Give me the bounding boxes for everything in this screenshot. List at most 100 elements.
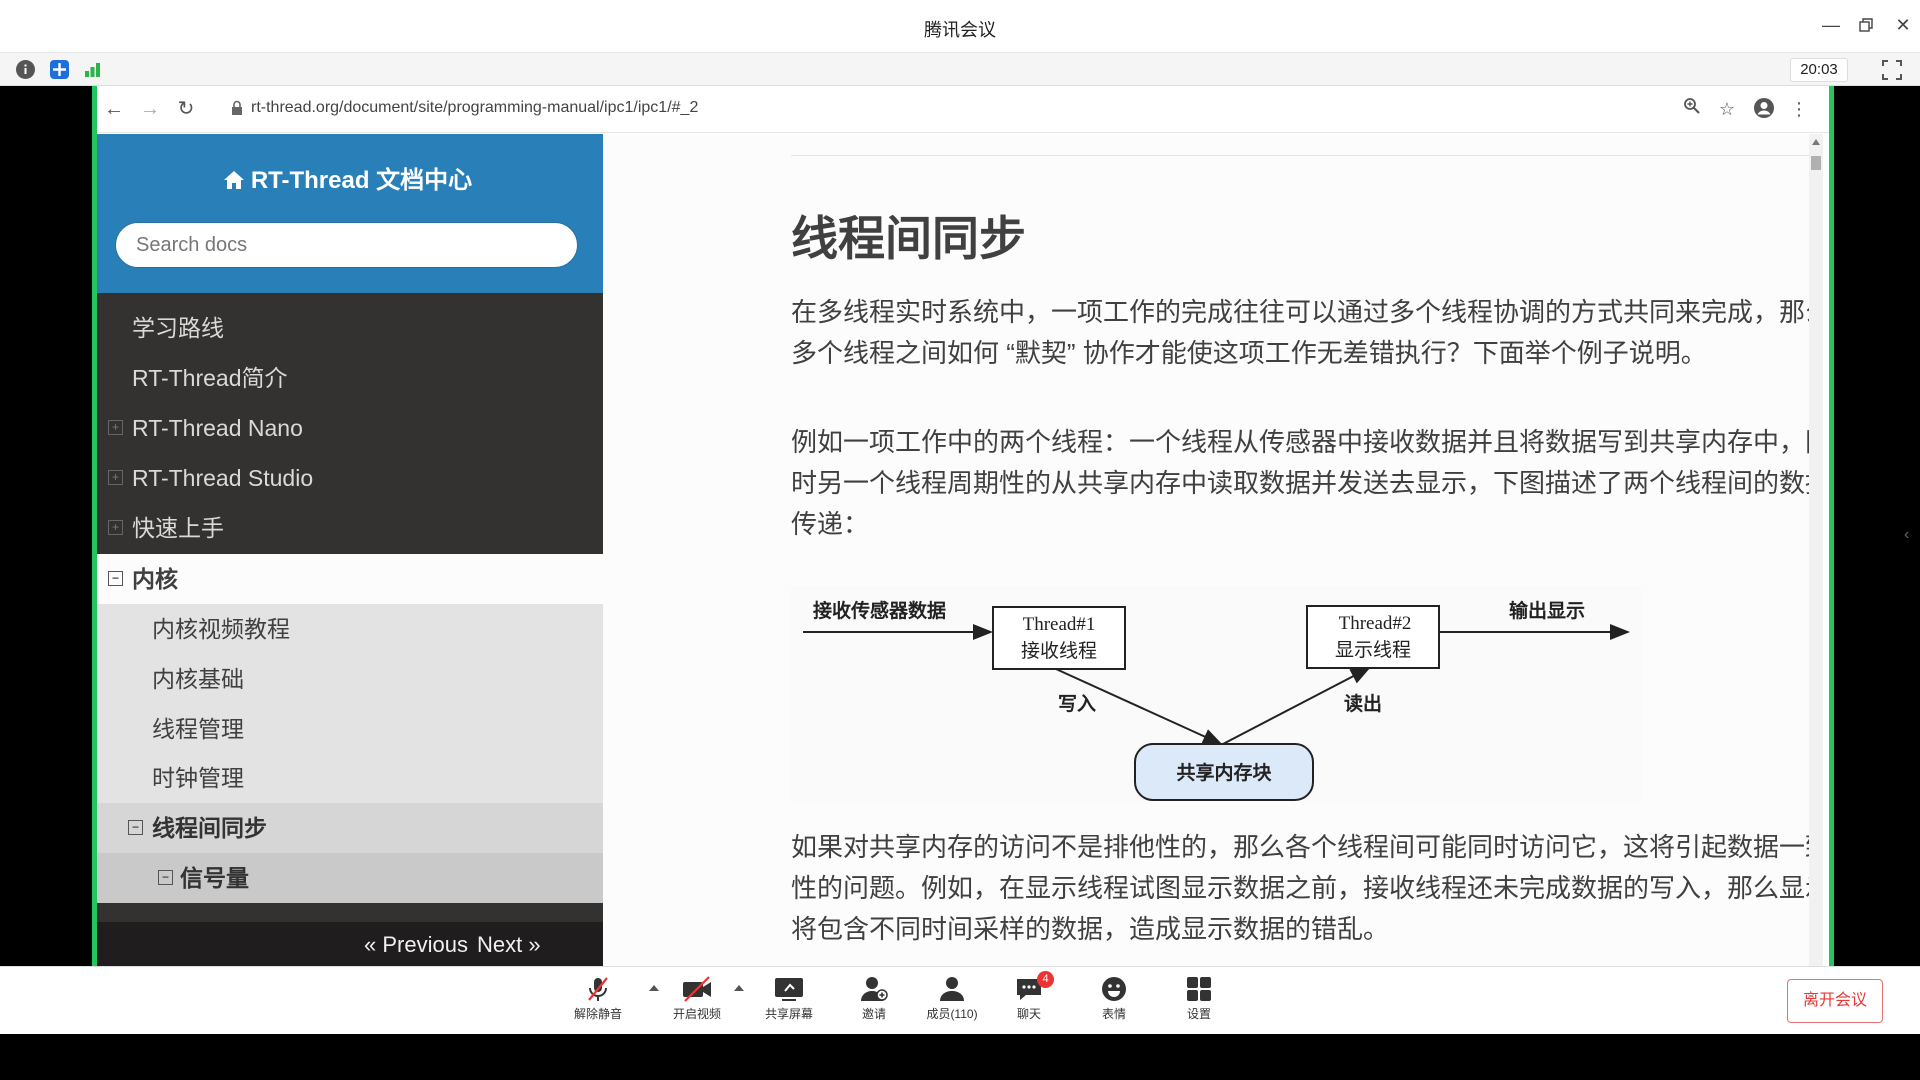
address-bar: ← → ↻ rt-thread.org/document/site/progra… (97, 86, 1829, 133)
scroll-thumb[interactable] (1811, 156, 1821, 170)
info-icon[interactable] (16, 60, 35, 79)
account-icon[interactable] (1752, 97, 1776, 121)
chat-unread-badge: 4 (1037, 971, 1054, 988)
unmute-label: 解除静音 (573, 1007, 622, 1021)
back-icon[interactable]: ← (101, 96, 127, 122)
emoji-icon (1102, 977, 1126, 1001)
invite-label: 邀请 (861, 1007, 886, 1021)
collapse-icon[interactable]: − (128, 820, 143, 835)
share-screen-label: 共享屏幕 (764, 1007, 813, 1021)
sidebar-item-label: 内核 (132, 566, 178, 592)
microphone-muted-icon (588, 977, 608, 1001)
minimize-icon[interactable]: — (1818, 12, 1844, 38)
shield-icon[interactable] (50, 60, 69, 79)
shared-screen: ← → ↻ rt-thread.org/document/site/progra… (0, 86, 1920, 966)
restore-icon[interactable] (1853, 12, 1879, 38)
share-screen-icon (775, 978, 803, 1001)
close-icon[interactable]: ✕ (1890, 12, 1916, 38)
video-options-caret[interactable] (734, 985, 744, 991)
share-screen-button[interactable]: 共享屏幕 (749, 975, 829, 1022)
sidebar-item-label: 信号量 (180, 865, 249, 891)
sidebar-item-kernel[interactable]: − 内核 (97, 554, 603, 604)
collapse-icon[interactable]: − (158, 870, 173, 885)
sidebar-item-rt-thread-studio[interactable]: + RT-Thread Studio (97, 453, 603, 503)
lock-icon (231, 100, 243, 116)
sidebar-item-label: 线程间同步 (152, 815, 267, 841)
menu-kebab-icon[interactable]: ⋮ (1787, 97, 1811, 121)
expand-icon[interactable]: + (108, 470, 123, 485)
thread2-desc: 显示线程 (1335, 639, 1411, 661)
output-label: 输出显示 (1509, 599, 1585, 622)
doc-content: 线程间同步 在多线程实时系统中，一项工作的完成往往可以通过多个线程协调的方式共同… (603, 134, 1823, 966)
sidebar-item-rt-thread-nano[interactable]: + RT-Thread Nano (97, 403, 603, 453)
emoji-label: 表情 (1101, 1007, 1126, 1021)
reload-icon[interactable]: ↻ (173, 96, 199, 122)
invite-button[interactable]: 邀请 (834, 975, 914, 1022)
forward-icon[interactable]: → (137, 96, 163, 122)
thread-data-flow-diagram: 接收传感器数据 Thread#1 接收线程 Thread#2 显示线程 输出显示… (791, 586, 1641, 801)
signal-icon[interactable] (83, 60, 102, 79)
sidebar-item-clock-management[interactable]: 时钟管理 (97, 753, 603, 803)
bookmark-star-icon[interactable]: ☆ (1715, 97, 1739, 121)
members-icon (940, 977, 964, 1001)
settings-button[interactable]: 设置 (1159, 975, 1239, 1022)
sidebar-header: RT-Thread 文档中心 (97, 134, 603, 293)
next-link[interactable]: Next » (477, 932, 541, 958)
meeting-toolbar: 解除静音 开启视频 共享屏幕 邀请 成员(110) 4 聊天 表情 设置 离开会… (0, 966, 1920, 1034)
sidebar-item-label: 线程管理 (152, 716, 244, 742)
thread1-name: Thread#1 (1023, 614, 1096, 635)
sidebar-item-quick-start[interactable]: + 快速上手 (97, 503, 603, 553)
sidebar-item-semaphore[interactable]: − 信号量 (97, 853, 603, 903)
read-label: 读出 (1344, 692, 1382, 715)
brand-link[interactable]: RT-Thread 文档中心 (97, 160, 603, 195)
sidebar-item-label: RT-Thread简介 (132, 365, 288, 391)
search-docs-input[interactable] (115, 222, 578, 268)
sidebar-item-thread-sync[interactable]: − 线程间同步 (97, 803, 603, 853)
brand-title: RT-Thread 文档中心 (250, 167, 473, 194)
expand-icon[interactable]: + (108, 420, 123, 435)
leave-meeting-button[interactable]: 离开会议 (1787, 979, 1883, 1023)
camera-off-icon (683, 976, 711, 1002)
expand-icon[interactable]: + (108, 520, 123, 535)
settings-label: 设置 (1186, 1007, 1211, 1021)
emoji-button[interactable]: 表情 (1074, 975, 1154, 1022)
docs-sidebar: RT-Thread 文档中心 学习路线 RT-Thread简介 + RT-Thre… (97, 134, 603, 966)
sidebar-item-rt-thread-intro[interactable]: RT-Thread简介 (97, 353, 603, 403)
divider (791, 155, 1823, 156)
paragraph: 如果对共享内存的访问不是排他性的，那么各个线程间可能同时访问它，这将引起数据一致… (791, 832, 1823, 944)
chat-label: 聊天 (1016, 1007, 1041, 1021)
sidebar-item-kernel-video[interactable]: 内核视频教程 (97, 604, 603, 654)
url-field[interactable]: rt-thread.org/document/site/programming-… (251, 99, 698, 117)
input-label: 接收传感器数据 (813, 599, 946, 622)
zoom-icon[interactable] (1680, 97, 1704, 121)
meeting-titlebar: 腾讯会议 — ✕ (0, 0, 1920, 53)
sidebar-item-learning-path[interactable]: 学习路线 (97, 303, 603, 353)
write-label: 写入 (1058, 693, 1096, 715)
shared-memory-label: 共享内存块 (1176, 761, 1272, 784)
members-button[interactable]: 成员(110) (912, 975, 992, 1022)
paragraph: 例如一项工作中的两个线程：一个线程从传感器中接收数据并且将数据写到共享内存中，同… (791, 427, 1823, 539)
scrollbar[interactable] (1809, 134, 1823, 966)
sidebar-item-label: 快速上手 (132, 515, 224, 541)
add-user-icon (861, 977, 888, 1001)
sidebar-item-kernel-basics[interactable]: 内核基础 (97, 654, 603, 704)
sidebar-item-thread-management[interactable]: 线程管理 (97, 704, 603, 754)
members-label: 成员(110) (926, 1007, 978, 1021)
scroll-up-icon[interactable] (1812, 139, 1820, 145)
fullscreen-icon[interactable] (1880, 58, 1904, 82)
chat-button[interactable]: 4 聊天 (989, 971, 1069, 1022)
sidebar-item-label: 学习路线 (132, 315, 224, 341)
home-icon (223, 171, 244, 189)
previous-link[interactable]: « Previous (364, 932, 468, 958)
unmute-button[interactable]: 解除静音 (558, 975, 638, 1022)
thread1-desc: 接收线程 (1021, 640, 1097, 662)
chevron-left-icon[interactable]: ‹ (1904, 526, 1914, 544)
pager: « Previous Next » (97, 922, 603, 966)
collapse-icon[interactable]: − (108, 571, 123, 586)
start-video-button[interactable]: 开启视频 (657, 975, 737, 1022)
paragraph: 在多线程实时系统中，一项工作的完成往往可以通过多个线程协调的方式共同来完成，那么… (791, 297, 1823, 368)
sidebar-item-label: RT-Thread Nano (132, 415, 303, 441)
sidebar-item-label: 内核视频教程 (152, 616, 290, 642)
browser-window: ← → ↻ rt-thread.org/document/site/progra… (97, 86, 1829, 966)
sidebar-item-label: 内核基础 (152, 666, 244, 692)
